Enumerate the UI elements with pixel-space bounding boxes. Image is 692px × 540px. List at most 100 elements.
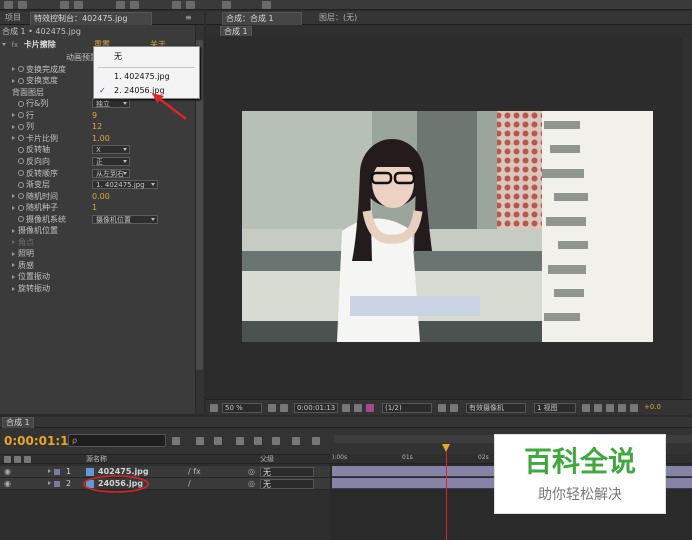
property-dropdown[interactable]: 摄像机位置 <box>92 214 158 224</box>
camera-view-dropdown[interactable]: 有效摄像机 <box>466 403 526 413</box>
stopwatch-icon[interactable] <box>18 170 24 176</box>
comp-mini-flowchart-icon[interactable] <box>172 437 180 445</box>
expand-triangle-icon[interactable] <box>12 274 15 279</box>
property-row[interactable]: 反转轴 X <box>0 144 195 155</box>
hide-shy-layers-icon[interactable] <box>236 437 244 445</box>
expand-triangle-icon[interactable] <box>12 124 15 129</box>
magnification-dropdown[interactable]: 50 % <box>222 403 262 413</box>
text-tool-icon[interactable] <box>186 1 195 9</box>
property-dropdown[interactable]: 正 <box>92 156 130 166</box>
timeline-icon[interactable] <box>606 404 614 412</box>
property-row[interactable]: 角点 <box>0 237 195 248</box>
expand-triangle-icon[interactable] <box>12 228 15 233</box>
panel-menu-icon[interactable]: ≡ <box>182 12 195 25</box>
view-layout-dropdown[interactable]: 1 视图 <box>534 403 576 413</box>
grid-icon[interactable] <box>268 404 276 412</box>
stopwatch-icon[interactable] <box>18 204 24 211</box>
property-row[interactable]: 质感 <box>0 260 195 271</box>
motion-blur-icon[interactable] <box>272 437 280 445</box>
menu-item-none[interactable]: 无 <box>94 50 199 64</box>
stopwatch-icon[interactable] <box>18 77 24 84</box>
tab-layer[interactable]: 图层：(无) <box>316 12 360 25</box>
fast-preview-icon[interactable] <box>594 404 602 412</box>
composition-scrollbar[interactable] <box>683 37 692 399</box>
rotate-tool-icon[interactable] <box>60 1 69 9</box>
reset-exposure-icon[interactable] <box>630 404 638 412</box>
property-row[interactable]: 反转顺序 从左到右 <box>0 168 195 179</box>
property-dropdown[interactable]: 1. 402475.jpg <box>92 180 158 190</box>
expand-layer-icon[interactable] <box>48 481 51 485</box>
stopwatch-icon[interactable] <box>18 181 24 188</box>
expand-triangle-icon[interactable] <box>12 205 15 210</box>
expand-triangle-icon[interactable] <box>12 136 15 141</box>
flowchart-icon[interactable] <box>618 404 626 412</box>
fx-switch-icon[interactable]: / fx <box>188 466 201 478</box>
fast-previews-icon[interactable] <box>438 404 446 412</box>
property-dropdown[interactable]: X <box>92 145 130 155</box>
property-value[interactable]: 1 <box>92 202 97 213</box>
label-color-swatch[interactable] <box>54 481 60 487</box>
stopwatch-icon[interactable] <box>18 158 24 165</box>
timeline-search-input[interactable]: ρ <box>68 434 166 447</box>
fx-icon[interactable]: fx <box>12 41 19 49</box>
tab-project[interactable]: 项目 <box>2 12 24 25</box>
tab-composition[interactable]: 合成：合成 1 <box>222 12 302 25</box>
property-value[interactable]: 0.00 <box>92 191 110 202</box>
tab-timeline-comp[interactable]: 合成 1 <box>2 417 34 428</box>
stopwatch-icon[interactable] <box>18 66 24 73</box>
current-time-field[interactable]: 0:00:01:13 <box>294 403 338 413</box>
expand-triangle-icon[interactable] <box>12 78 15 83</box>
visibility-eye-icon[interactable]: ◉ <box>4 478 11 490</box>
quality-switch-icon[interactable]: / <box>188 478 191 490</box>
stopwatch-icon[interactable] <box>18 216 24 223</box>
expand-triangle-icon[interactable] <box>12 251 15 256</box>
property-row[interactable]: 卡片比例 1.00 <box>0 133 195 144</box>
tab-effect-controls[interactable]: 特效控制台：402475.jpg <box>30 12 152 25</box>
resolution-dropdown[interactable]: (1/2) <box>382 403 432 413</box>
property-row[interactable]: 位置振动 <box>0 271 195 282</box>
property-row[interactable]: 摄像机位置 <box>0 225 195 236</box>
parent-dropdown[interactable]: 无 <box>260 467 314 477</box>
property-dropdown[interactable]: 从左到右 <box>92 168 130 178</box>
property-row[interactable]: 渐变层 1. 402475.jpg <box>0 179 195 190</box>
toggle-pixel-aspect-icon[interactable] <box>582 404 590 412</box>
stopwatch-icon[interactable] <box>18 193 24 200</box>
property-row[interactable]: 摄像机系统 摄像机位置 <box>0 214 195 225</box>
frame-blending-icon[interactable] <box>254 437 262 445</box>
stopwatch-icon[interactable] <box>18 146 24 153</box>
stopwatch-icon[interactable] <box>18 112 24 119</box>
property-row[interactable]: 反向向 正 <box>0 156 195 167</box>
menu-item-layer-1[interactable]: 1. 402475.jpg <box>94 70 199 84</box>
property-row[interactable]: 列 12 <box>0 121 195 132</box>
label-color-swatch[interactable] <box>54 469 60 475</box>
puppet-tool-icon[interactable] <box>262 1 271 9</box>
stopwatch-icon[interactable] <box>18 135 24 142</box>
brainstorm-icon[interactable] <box>312 437 320 445</box>
visibility-eye-icon[interactable]: ◉ <box>4 466 11 478</box>
property-value[interactable]: 12 <box>92 121 102 132</box>
expand-triangle-icon[interactable] <box>12 67 15 72</box>
comp-breadcrumb[interactable]: 合成 1 <box>220 26 252 36</box>
expand-triangle-icon[interactable] <box>12 263 15 268</box>
show-snapshot-icon[interactable] <box>354 404 362 412</box>
live-update-icon[interactable] <box>196 437 204 445</box>
brush-tool-icon[interactable] <box>222 1 231 9</box>
always-preview-icon[interactable] <box>210 404 218 412</box>
hand-tool-icon[interactable] <box>4 1 13 9</box>
expand-triangle-icon[interactable] <box>12 286 15 291</box>
region-of-interest-icon[interactable] <box>280 404 288 412</box>
stopwatch-icon[interactable] <box>18 100 24 107</box>
parent-pickwhip-icon[interactable]: ◎ <box>248 466 255 478</box>
property-row[interactable]: 随机种子 1 <box>0 202 195 213</box>
zoom-tool-icon[interactable] <box>18 1 27 9</box>
layer-row-1[interactable]: ◉ 1 402475.jpg / fx ◎ 无 <box>0 466 330 478</box>
expand-triangle-icon[interactable] <box>12 113 15 118</box>
property-row[interactable]: 照明 <box>0 248 195 259</box>
property-row[interactable]: 随机时间 0.00 <box>0 191 195 202</box>
property-value[interactable]: 1.00 <box>92 133 110 144</box>
shape-tool-icon[interactable] <box>130 1 139 9</box>
pen-tool-icon[interactable] <box>172 1 181 9</box>
snapshot-icon[interactable] <box>342 404 350 412</box>
draft-3d-icon[interactable] <box>214 437 222 445</box>
playhead-line[interactable] <box>446 452 447 540</box>
